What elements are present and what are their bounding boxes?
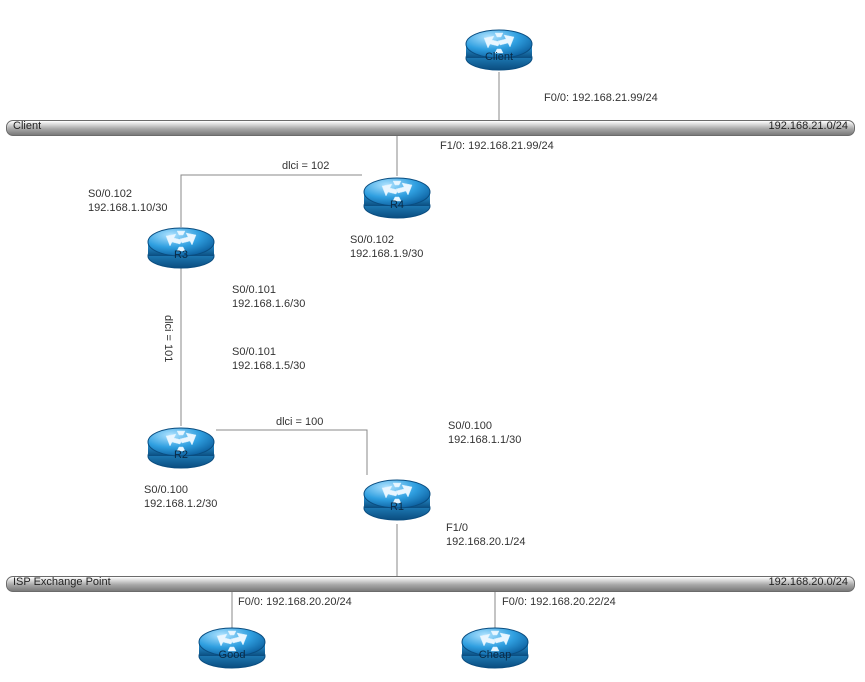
label-r3-s00101-b: 192.168.1.6/30 (232, 298, 305, 312)
label-r3-s00101-a: S0/0.101 (232, 284, 276, 298)
label-r4-f10: F1/0: 192.168.21.99/24 (440, 140, 554, 154)
bus-client-name: Client (13, 120, 41, 132)
bus-client-subnet: 192.168.21.0/24 (768, 120, 848, 132)
label-r1-f10-a: F1/0 (446, 522, 468, 536)
label-dlci-102: dlci = 102 (282, 160, 329, 174)
router-client[interactable]: Client (464, 24, 534, 76)
label-r4-s00102-a: S0/0.102 (350, 234, 394, 248)
label-r4-s00_102-b: 192.168.1.9/30 (350, 248, 423, 262)
label-r2-s00101-a: S0/0.101 (232, 346, 276, 360)
bus-client-segment: Client 192.168.21.0/24 (6, 120, 855, 136)
router-r4[interactable]: R4 (362, 172, 432, 224)
bus-isp-name: ISP Exchange Point (13, 576, 111, 588)
router-good[interactable]: Good (197, 622, 267, 674)
label-r3-s00102-a: S0/0.102 (88, 188, 132, 202)
label-r1-f10-b: 192.168.20.1/24 (446, 536, 526, 550)
label-dlci-101: dlci = 101 (160, 315, 174, 362)
label-dlci-100: dlci = 100 (276, 416, 323, 430)
label-r3-s00102-b: 192.168.1.10/30 (88, 202, 168, 216)
router-cheap[interactable]: Cheap (460, 622, 530, 674)
label-r2-s00100-a: S0/0.100 (144, 484, 188, 498)
label-good-f00: F0/0: 192.168.20.20/24 (238, 596, 352, 610)
router-r3[interactable]: R3 (146, 222, 216, 274)
label-r1-s00100-a: S0/0.100 (448, 420, 492, 434)
diagram-canvas: Client 192.168.21.0/24 ISP Exchange Poin… (0, 0, 865, 682)
bus-isp-subnet: 192.168.20.0/24 (768, 576, 848, 588)
router-r2[interactable]: R2 (146, 422, 216, 474)
label-r2-s00101-b: 192.168.1.5/30 (232, 360, 305, 374)
bus-isp-segment: ISP Exchange Point 192.168.20.0/24 (6, 576, 855, 592)
label-r1-s00100-b: 192.168.1.1/30 (448, 434, 521, 448)
label-r2-s00100-b: 192.168.1.2/30 (144, 498, 217, 512)
label-cheap-f00: F0/0: 192.168.20.22/24 (502, 596, 616, 610)
label-client-f00: F0/0: 192.168.21.99/24 (544, 92, 658, 106)
router-r1[interactable]: R1 (362, 474, 432, 526)
